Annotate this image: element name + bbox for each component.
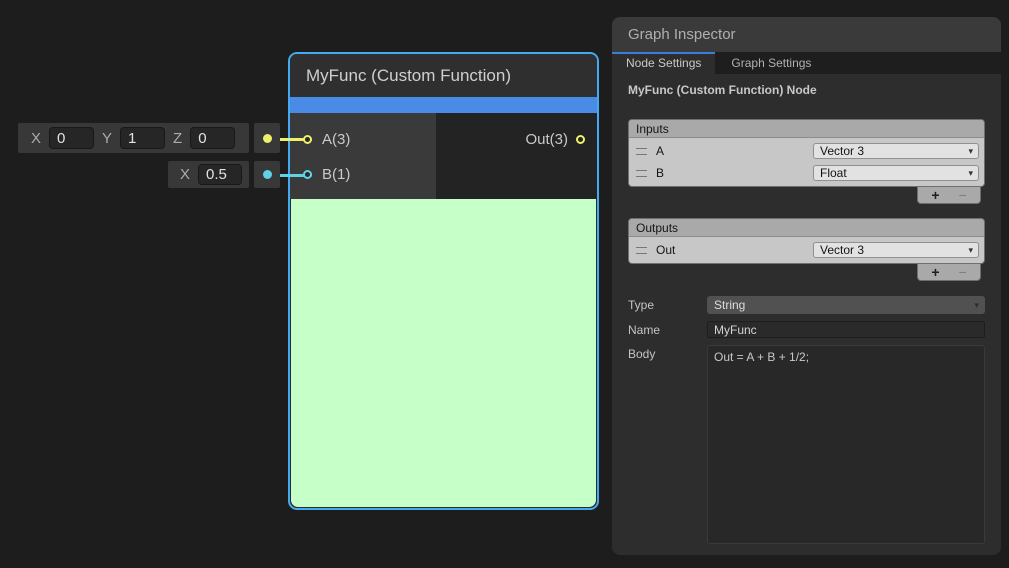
inputs-list-footer: + −: [917, 187, 981, 204]
input-b-name: B: [656, 166, 813, 180]
port-a-label: A(3): [322, 131, 350, 148]
float-value-widget: X: [168, 161, 249, 188]
remove-input-button[interactable]: −: [959, 188, 967, 202]
body-field-row: Body Out = A + B + 1/2;: [628, 345, 985, 544]
output-out-type-value: Vector 3: [820, 243, 864, 257]
z-label: Z: [173, 130, 182, 147]
tab-node-settings[interactable]: Node Settings: [612, 52, 715, 74]
input-a-type-value: Vector 3: [820, 144, 864, 158]
inspector-tab-bar: Node Settings Graph Settings: [612, 52, 1001, 74]
outputs-list-footer: + −: [917, 264, 981, 281]
outputs-row-out: Out Vector 3 ▾: [629, 239, 984, 261]
input-port-b-icon[interactable]: [303, 170, 312, 179]
body-label: Body: [628, 345, 707, 361]
chevron-down-icon: ▾: [968, 168, 973, 179]
vector3-connector-box: [254, 123, 280, 153]
inputs-list-title: Inputs: [629, 120, 984, 138]
port-b-label: B(1): [322, 166, 350, 183]
node-accent-bar: [290, 97, 597, 113]
output-port-out-icon[interactable]: [576, 135, 585, 144]
chevron-down-icon: ▾: [968, 146, 973, 157]
node-input-ports: A(3) B(1): [290, 113, 436, 199]
chevron-down-icon: ▾: [974, 300, 979, 311]
input-a-type-dropdown[interactable]: Vector 3 ▾: [813, 143, 979, 159]
custom-function-node[interactable]: MyFunc (Custom Function) A(3) B(1) Out(3…: [288, 52, 599, 510]
output-out-name: Out: [656, 243, 813, 257]
input-a-name: A: [656, 144, 813, 158]
float-connector-box: [254, 161, 280, 188]
add-input-button[interactable]: +: [931, 188, 939, 202]
inspector-title: Graph Inspector: [612, 17, 1001, 52]
function-name-input[interactable]: [707, 321, 985, 338]
vector3-x-input[interactable]: [49, 127, 94, 149]
x-label: X: [31, 130, 41, 147]
inputs-row-b: B Float ▾: [629, 162, 984, 184]
vector3-y-input[interactable]: [120, 127, 165, 149]
type-value: String: [714, 298, 745, 312]
x-label: X: [180, 166, 190, 183]
name-label: Name: [628, 321, 707, 337]
drag-handle-icon[interactable]: [636, 148, 647, 155]
inputs-row-a: A Vector 3 ▾: [629, 140, 984, 162]
outputs-list-title: Outputs: [629, 219, 984, 237]
input-b-type-dropdown[interactable]: Float ▾: [813, 165, 979, 181]
port-row-a: A(3): [290, 122, 436, 157]
port-row-b: B(1): [290, 157, 436, 192]
node-settings-heading: MyFunc (Custom Function) Node: [628, 83, 985, 99]
tab-graph-settings[interactable]: Graph Settings: [715, 52, 827, 74]
add-output-button[interactable]: +: [931, 265, 939, 279]
y-label: Y: [102, 130, 112, 147]
type-label: Type: [628, 296, 707, 312]
input-port-a-icon[interactable]: [303, 135, 312, 144]
type-field-row: Type String ▾: [628, 296, 985, 314]
vector3-connector-dot[interactable]: [263, 134, 272, 143]
vector3-z-input[interactable]: [190, 127, 235, 149]
drag-handle-icon[interactable]: [636, 247, 647, 254]
type-dropdown[interactable]: String ▾: [707, 296, 985, 314]
vector3-value-widget: X Y Z: [18, 123, 249, 153]
function-body-textarea[interactable]: Out = A + B + 1/2;: [707, 345, 985, 544]
float-x-input[interactable]: [198, 164, 242, 185]
node-preview-area: [291, 199, 596, 507]
port-out-label: Out(3): [525, 131, 568, 148]
chevron-down-icon: ▾: [968, 245, 973, 256]
inputs-list: Inputs A Vector 3 ▾ B Float ▾: [628, 119, 985, 187]
port-row-out: Out(3): [436, 122, 597, 157]
graph-inspector-panel: Graph Inspector Node Settings Graph Sett…: [612, 17, 1001, 555]
node-output-ports: Out(3): [436, 113, 597, 199]
drag-handle-icon[interactable]: [636, 170, 647, 177]
float-connector-dot[interactable]: [263, 170, 272, 179]
name-field-row: Name: [628, 321, 985, 338]
node-title: MyFunc (Custom Function): [290, 54, 597, 97]
output-out-type-dropdown[interactable]: Vector 3 ▾: [813, 242, 979, 258]
input-b-type-value: Float: [820, 166, 847, 180]
outputs-list: Outputs Out Vector 3 ▾: [628, 218, 985, 264]
remove-output-button[interactable]: −: [959, 265, 967, 279]
